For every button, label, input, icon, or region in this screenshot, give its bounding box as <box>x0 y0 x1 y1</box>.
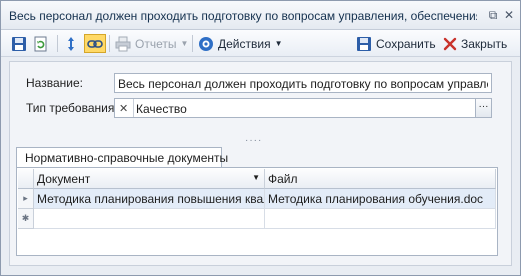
table-cell-document[interactable]: Методика планирования повышения квал... <box>34 189 265 209</box>
grid-corner <box>18 169 34 189</box>
column-header-document-label: Документ <box>37 172 91 186</box>
name-value: Весь персонал должен проходить подготовк… <box>118 77 488 91</box>
column-header-document[interactable]: Документ ▼ <box>34 169 265 189</box>
printer-icon <box>115 36 131 52</box>
window-title: Весь персонал должен проходить подготовк… <box>9 9 477 23</box>
save-button[interactable]: Сохранить <box>356 34 436 53</box>
save-label: Сохранить <box>376 36 436 51</box>
requirement-type-field[interactable]: ✕ Качество ··· <box>114 98 492 118</box>
dialog-window: Весь персонал должен проходить подготовк… <box>0 0 521 276</box>
actions-dropdown[interactable]: Действия ▼ <box>198 34 283 53</box>
window-close-button[interactable]: ✕ <box>501 7 517 23</box>
new-row-cell-file[interactable] <box>265 209 496 229</box>
chevron-down-icon: ▼ <box>180 39 189 48</box>
current-row-indicator-icon: ▸ <box>18 189 34 209</box>
close-x-icon <box>442 36 458 52</box>
save-icon-button[interactable] <box>11 34 27 53</box>
splitter-grip[interactable]: ···· <box>245 135 262 146</box>
floppy-disk-icon <box>11 36 27 52</box>
move-arrows-icon <box>63 36 79 52</box>
reports-label: Отчеты <box>135 36 177 51</box>
name-field[interactable]: Весь персонал должен проходить подготовк… <box>114 73 492 93</box>
title-bar[interactable]: Весь персонал должен проходить подготовк… <box>1 1 520 30</box>
toolbar-separator <box>57 35 58 52</box>
tab-reference-documents[interactable]: Нормативно-справочные документы <box>16 147 228 168</box>
toolbar-separator <box>109 35 110 52</box>
reports-dropdown[interactable]: Отчеты ▼ <box>115 34 188 53</box>
documents-grid: Документ ▼ Файл ▸ Методика планирования … <box>18 169 496 230</box>
toolbar: Отчеты ▼ Действия ▼ Сохранить Закрыть <box>1 30 520 57</box>
refresh-button[interactable] <box>33 34 49 53</box>
field-divider <box>133 99 134 117</box>
floppy-disk-icon <box>356 36 372 52</box>
move-button[interactable] <box>63 34 79 53</box>
restore-button[interactable]: ⧉ <box>485 7 501 23</box>
column-header-file[interactable]: Файл <box>265 169 496 189</box>
close-button[interactable]: Закрыть <box>442 34 507 53</box>
close-label: Закрыть <box>461 36 508 51</box>
toolbar-separator <box>192 35 193 52</box>
link-button[interactable] <box>84 34 106 53</box>
clear-icon[interactable]: ✕ <box>119 102 128 115</box>
new-row-cell-document[interactable] <box>34 209 265 229</box>
lookup-ellipsis-button[interactable]: ··· <box>475 98 492 118</box>
requirement-type-value: Качество <box>136 102 187 116</box>
gear-globe-icon <box>198 36 214 52</box>
actions-label: Действия <box>218 36 271 51</box>
document-refresh-icon <box>33 36 49 52</box>
column-filter-chevron-icon[interactable]: ▼ <box>252 173 260 182</box>
chevron-down-icon: ▼ <box>274 39 283 48</box>
table-cell-file[interactable]: Методика планирования обучения.doc <box>265 189 496 209</box>
name-label: Название: <box>26 76 83 90</box>
new-row-asterisk-icon: ✱ <box>18 209 34 229</box>
link-chain-icon <box>87 36 103 52</box>
requirement-type-label: Тип требования: <box>26 101 118 115</box>
